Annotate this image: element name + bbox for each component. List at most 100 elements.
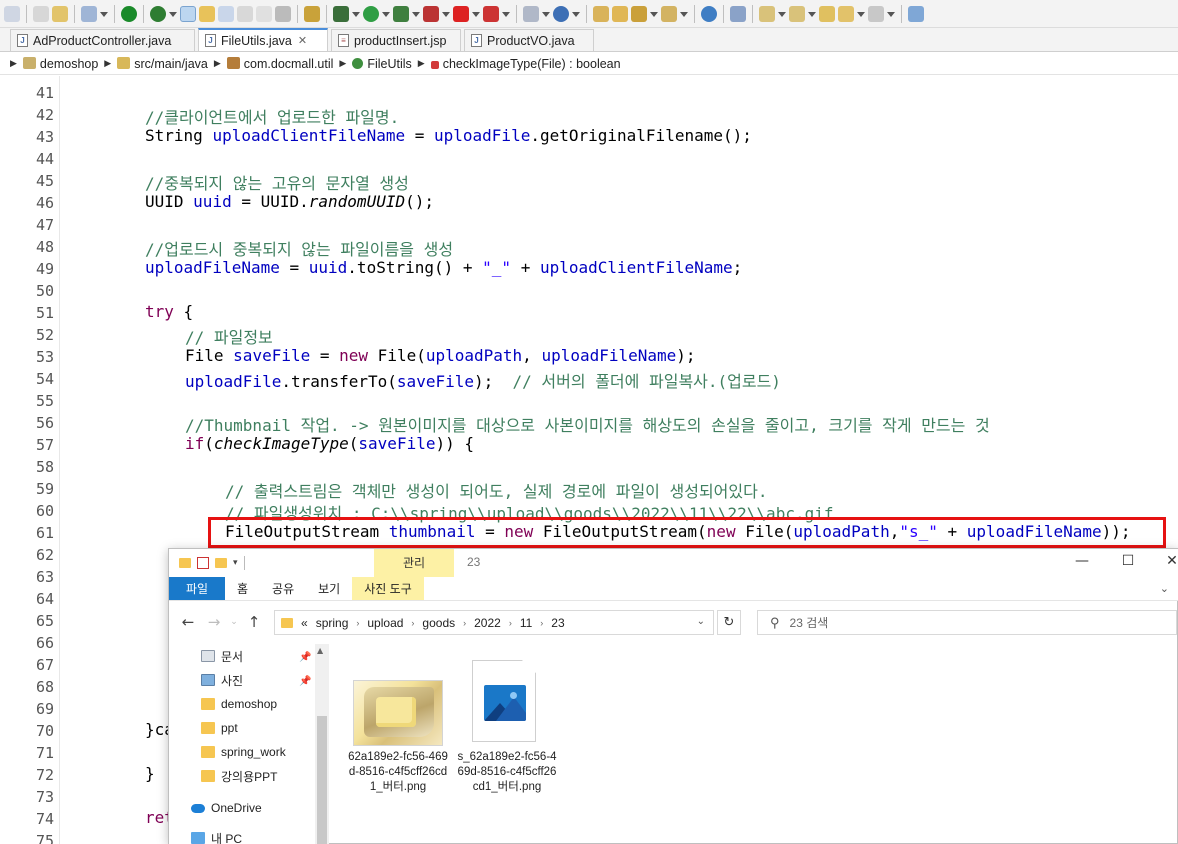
address-bar[interactable]: « spring › upload › goods › 2022 › 11 › 23 ⌄ [274,610,714,635]
pilcrow-icon[interactable] [256,5,272,22]
forward-arrow-icon[interactable] [868,5,884,22]
open-type-icon[interactable] [593,5,609,22]
sidebar-item-demoshop[interactable]: demoshop [201,694,277,714]
scrollbar-thumb[interactable] [317,716,327,844]
minimize-button[interactable]: — [1067,553,1097,569]
sidebar-item-ppt[interactable]: ppt [201,718,238,738]
coverage-icon[interactable] [423,5,439,22]
run-last-icon[interactable] [393,5,409,22]
recent-dropdown[interactable]: ⌄ [227,617,241,627]
tab-home[interactable]: 홈 [225,577,260,600]
debug-icon[interactable] [333,5,349,22]
up-button[interactable]: ↑ [241,613,267,631]
chevron-down-icon[interactable] [442,12,450,19]
tab-picture-tools[interactable]: 사진 도구 [352,577,424,600]
address-segment[interactable]: spring [316,616,349,630]
chevron-right-icon[interactable]: ▶ [214,58,221,69]
person-icon[interactable] [730,5,746,22]
chevron-right-icon[interactable]: ▶ [339,58,346,69]
address-segment[interactable]: goods [422,616,455,630]
sidebar-item-onedrive[interactable]: OneDrive [191,798,262,818]
tab-view[interactable]: 보기 [306,577,352,600]
chevron-right-icon[interactable]: ▶ [418,58,425,69]
maximize-button[interactable]: ☐ [1113,553,1143,569]
sidebar-item-documents[interactable]: 문서 [201,646,243,666]
chevron-down-icon[interactable] [412,12,420,19]
chevron-right-icon[interactable]: › [509,618,512,628]
sidebar-item-this-pc[interactable]: 내 PC [191,828,242,844]
search-box[interactable]: ⚲ 23 검색 [757,610,1177,635]
new-folder-icon[interactable] [215,558,227,568]
breadcrumb-package[interactable]: com.docmall.util [226,56,333,71]
new-class-icon[interactable] [553,5,569,22]
task-icon[interactable] [304,5,320,22]
chevron-down-icon[interactable] [778,12,786,19]
file-item[interactable]: 62a189e2-fc56-469d-8516-c4f5cff26cd1_버터.… [347,680,449,795]
pen-icon[interactable] [631,5,647,22]
tab-share[interactable]: 공유 [260,577,306,600]
tab-productinsert[interactable]: ≡ productInsert.jsp [331,29,461,51]
close-icon[interactable]: ✕ [298,34,307,47]
chevron-down-icon[interactable] [650,12,658,19]
external-tools-icon[interactable] [483,5,499,22]
chevron-down-icon[interactable] [887,12,895,19]
pin-icon[interactable]: 📌 [299,676,311,687]
edit-icon[interactable] [218,5,234,22]
occurrences-icon[interactable] [275,5,291,22]
breadcrumb-class[interactable]: FileUtils [352,57,412,71]
pin-editor-icon[interactable] [180,5,196,22]
open-console-icon[interactable] [81,5,97,22]
chevron-right-icon[interactable]: › [540,618,543,628]
sidebar-item-pictures[interactable]: 사진 [201,670,243,690]
scroll-up-icon[interactable]: ▲ [317,646,323,655]
sidebar-item-spring-work[interactable]: spring_work [201,742,286,762]
close-button[interactable]: ✕ [1157,553,1178,569]
next-annotation-icon[interactable] [759,5,775,22]
forward-button[interactable]: → [201,613,227,631]
chevron-right-icon[interactable]: › [356,618,359,628]
chevron-right-icon[interactable]: › [411,618,414,628]
back-icon[interactable] [4,5,20,22]
chevron-down-icon[interactable] [808,12,816,19]
back-arrow-icon[interactable] [838,5,854,22]
tools-icon[interactable] [52,5,68,22]
tab-fileutils[interactable]: J FileUtils.java ✕ [198,28,328,51]
chevron-down-icon[interactable] [857,12,865,19]
address-segment[interactable]: upload [367,616,403,630]
new-wizard-icon[interactable] [523,5,539,22]
chevron-down-icon[interactable] [100,12,108,19]
open-resource-icon[interactable] [612,5,628,22]
sidebar-item-lecture-ppt[interactable]: 강의용PPT [201,766,277,786]
chevron-down-icon[interactable] [680,12,688,19]
address-segment[interactable]: 11 [520,616,532,630]
chevron-down-icon[interactable] [572,12,580,19]
breadcrumb-source-folder[interactable]: src/main/java [117,56,208,71]
stop-icon[interactable] [453,5,469,22]
chevron-right-icon[interactable]: › [463,618,466,628]
chevron-down-icon[interactable] [382,12,390,19]
perspective-icon[interactable] [908,5,924,22]
chevron-right-icon[interactable]: ▶ [104,58,111,69]
chevron-down-icon[interactable] [542,12,550,19]
chevron-down-icon[interactable] [169,12,177,19]
last-edit-icon[interactable] [819,5,835,22]
highlight-icon[interactable] [199,5,215,22]
chevron-down-icon[interactable] [472,12,480,19]
chevron-down-icon[interactable]: ⌄ [697,616,705,627]
chevron-down-icon[interactable]: ▾ [233,558,238,568]
refresh-button[interactable]: ↻ [717,610,741,635]
chevron-down-icon[interactable] [502,12,510,19]
block-select-icon[interactable] [237,5,253,22]
chevron-down-icon[interactable]: ⌄ [1160,582,1169,595]
globe-icon[interactable] [701,5,717,22]
address-segment[interactable]: 23 [551,616,564,630]
properties-icon[interactable] [197,557,209,569]
pin-icon[interactable]: 📌 [299,652,311,663]
back-button[interactable]: ← [175,613,201,631]
prev-annotation-icon[interactable] [789,5,805,22]
tab-adproductcontroller[interactable]: J AdProductController.java [10,29,195,51]
chevron-right-icon[interactable]: ▶ [10,58,17,69]
file-item[interactable]: s_62a189e2-fc56-469d-8516-c4f5cff26cd1_버… [456,660,558,795]
chevron-down-icon[interactable] [352,12,360,19]
run-icon[interactable] [363,5,379,22]
